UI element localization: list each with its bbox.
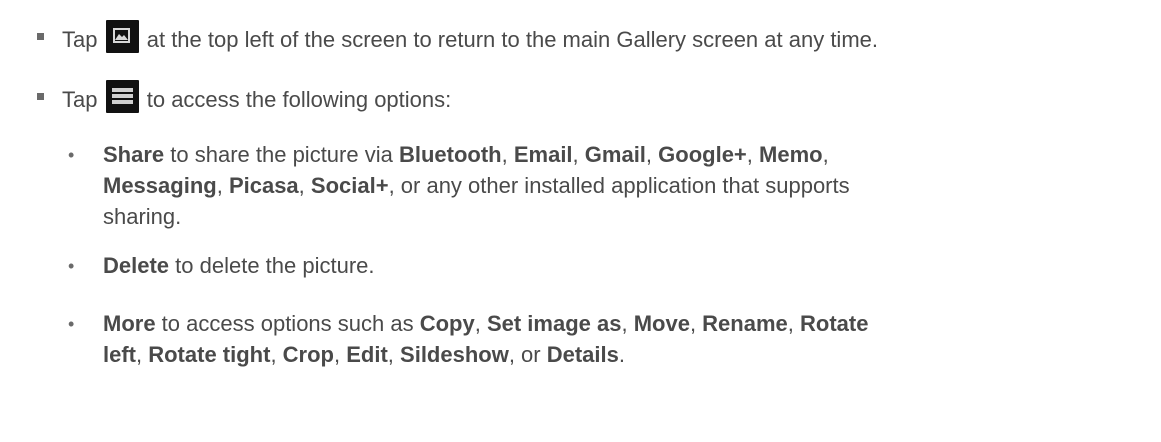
gallery-icon [105,20,139,53]
tap-label: Tap [62,27,98,52]
more-item-line1: More to access options such as Copy, Set… [103,311,869,336]
more-item-line2: left, Rotate tight, Crop, Edit, Sildesho… [103,342,626,367]
square-bullet [37,93,44,100]
share-item-line1: Share to share the picture via Bluetooth… [103,142,829,167]
share-item-line2: Messaging, Picasa, Social+, or any other… [103,173,850,198]
square-bullet [37,33,44,40]
menu-icon [105,80,139,113]
term-more: More [103,311,156,336]
dot-bullet: • [68,256,75,276]
dot-bullet: • [68,145,75,165]
share-item-line3: sharing. [103,204,182,229]
term-share: Share [103,142,165,167]
bullet-access-options: Tap to access the following options: [62,80,451,115]
bullet-text: to access the following options: [146,87,452,112]
bullet-text: at the top left of the screen to return … [146,27,878,52]
tap-label: Tap [62,87,98,112]
dot-bullet: • [68,314,75,334]
term-delete: Delete [103,253,170,278]
bullet-return-gallery: Tap at the top left of the screen to ret… [62,20,878,55]
delete-item: Delete to delete the picture. [103,253,375,278]
